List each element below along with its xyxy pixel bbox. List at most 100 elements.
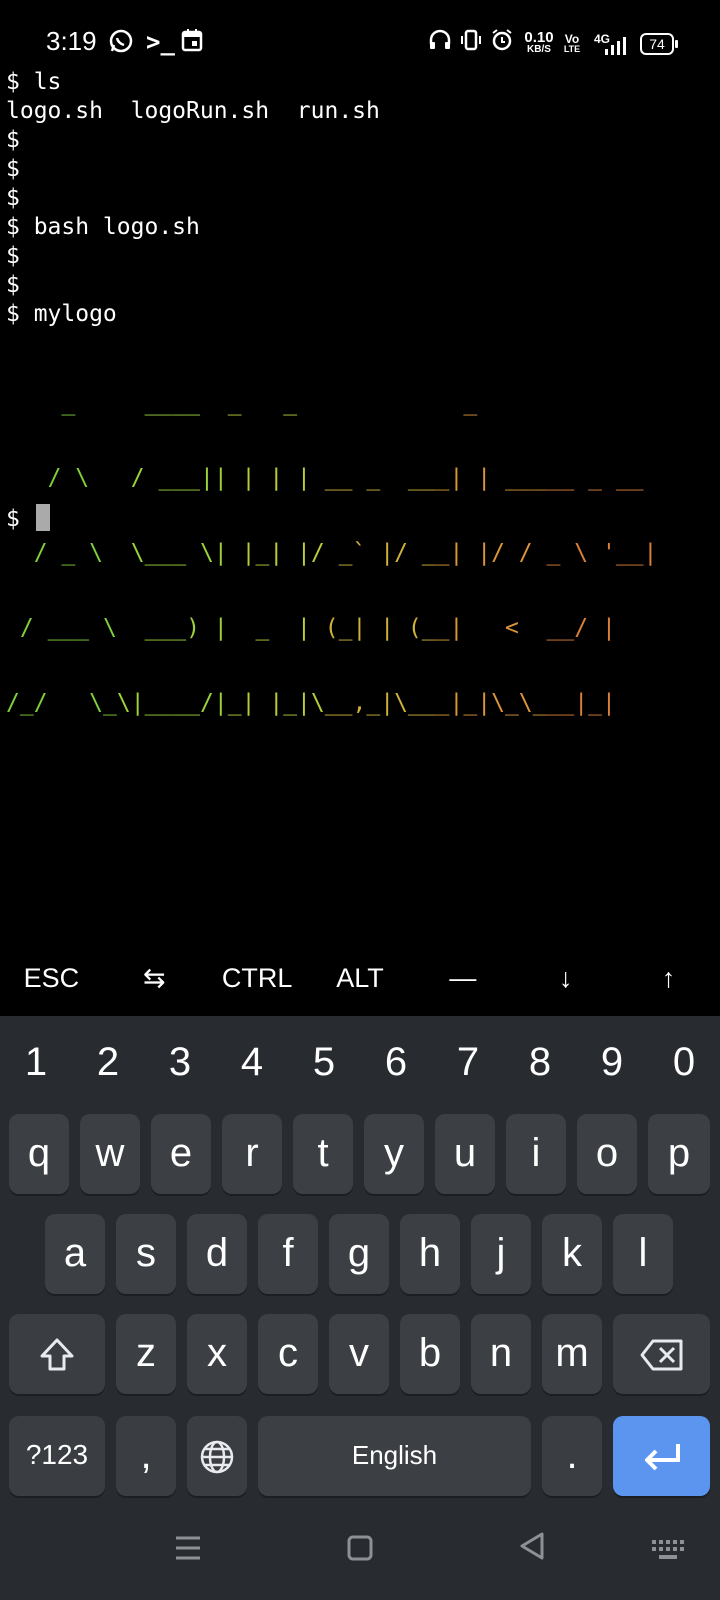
key-g[interactable]: g	[329, 1214, 389, 1294]
dash-key[interactable]: —	[411, 940, 514, 1016]
ascii-char: /	[310, 540, 325, 566]
ascii-logo-line: / _ \ \___ \| |_| |/ _` |/ __| |/ / _ \ …	[6, 541, 714, 566]
ascii-char: \	[89, 690, 104, 716]
ascii-char	[6, 390, 20, 416]
backspace-key[interactable]	[613, 1314, 710, 1394]
menu-nav-icon[interactable]	[158, 1530, 218, 1570]
tab-key[interactable]: ⇆	[103, 940, 206, 1016]
ascii-char: _	[546, 465, 561, 491]
key-o[interactable]: o	[577, 1114, 637, 1194]
ascii-char: |	[213, 690, 228, 716]
ascii-char: _	[144, 690, 159, 716]
key-m[interactable]: m	[542, 1314, 602, 1394]
ascii-logo-line: _ ____ _ _ _	[6, 391, 714, 416]
key-n[interactable]: n	[471, 1314, 531, 1394]
terminal-line: $	[6, 243, 20, 269]
ascii-char: _	[560, 465, 575, 491]
ascii-char	[297, 390, 311, 416]
ascii-char: _	[366, 690, 381, 716]
ascii-char	[34, 390, 48, 416]
period-key[interactable]: .	[542, 1416, 602, 1496]
key-t[interactable]: t	[293, 1114, 353, 1194]
home-nav-icon[interactable]	[330, 1530, 390, 1570]
key-4[interactable]: 4	[222, 1016, 282, 1108]
ascii-char	[145, 465, 159, 491]
command-prompt[interactable]: $	[6, 504, 50, 534]
key-7[interactable]: 7	[438, 1016, 498, 1108]
alt-key[interactable]: ALT	[309, 940, 412, 1016]
ascii-char	[408, 540, 422, 566]
back-nav-icon[interactable]	[502, 1530, 562, 1570]
key-e[interactable]: e	[151, 1114, 211, 1194]
ascii-char: _	[504, 690, 519, 716]
ascii-char	[75, 390, 89, 416]
ascii-char	[6, 540, 20, 566]
key-l[interactable]: l	[613, 1214, 673, 1294]
symbols-key[interactable]: ?123	[9, 1416, 105, 1496]
key-j[interactable]: j	[471, 1214, 531, 1294]
key-r[interactable]: r	[222, 1114, 282, 1194]
ascii-char: _	[227, 390, 242, 416]
shift-key[interactable]	[9, 1314, 105, 1394]
ascii-char	[34, 615, 48, 641]
key-k[interactable]: k	[542, 1214, 602, 1294]
key-q[interactable]: q	[9, 1114, 69, 1194]
key-a[interactable]: a	[45, 1214, 105, 1294]
key-s[interactable]: s	[116, 1214, 176, 1294]
key-x[interactable]: x	[187, 1314, 247, 1394]
ascii-char: _	[629, 540, 644, 566]
soft-keyboard: 1 2 3 4 5 6 7 8 9 0 q w e r t y u i o p …	[0, 1016, 720, 1600]
keyboard-hide-icon[interactable]	[638, 1530, 698, 1570]
arrow-down-key[interactable]: ↓	[514, 940, 617, 1016]
key-0[interactable]: 0	[654, 1016, 714, 1108]
key-d[interactable]: d	[187, 1214, 247, 1294]
ascii-char	[186, 540, 200, 566]
ascii-char	[200, 390, 214, 416]
key-w[interactable]: w	[80, 1114, 140, 1194]
language-key[interactable]	[187, 1416, 247, 1496]
ascii-char	[61, 465, 75, 491]
ascii-char	[20, 390, 34, 416]
ascii-char	[325, 390, 339, 416]
key-1[interactable]: 1	[6, 1016, 66, 1108]
key-u[interactable]: u	[435, 1114, 495, 1194]
key-5[interactable]: 5	[294, 1016, 354, 1108]
ascii-char	[339, 390, 353, 416]
ctrl-key[interactable]: CTRL	[206, 940, 309, 1016]
enter-icon	[644, 1444, 680, 1471]
ascii-char: _	[546, 690, 561, 716]
key-i[interactable]: i	[506, 1114, 566, 1194]
key-y[interactable]: y	[364, 1114, 424, 1194]
enter-key[interactable]	[613, 1416, 710, 1496]
key-b[interactable]: b	[400, 1314, 460, 1394]
key-8[interactable]: 8	[510, 1016, 570, 1108]
key-c[interactable]: c	[258, 1314, 318, 1394]
ascii-char: |	[241, 690, 256, 716]
ascii-char	[75, 540, 89, 566]
ascii-char: /	[491, 540, 505, 566]
terminal-output[interactable]: $ ls logo.sh logoRun.sh run.sh $ $ $ $ b…	[6, 68, 714, 928]
key-h[interactable]: h	[400, 1214, 460, 1294]
key-z[interactable]: z	[116, 1314, 176, 1394]
comma-key[interactable]: ,	[116, 1416, 176, 1496]
ascii-char: |	[269, 540, 284, 566]
ascii-char: _	[255, 540, 270, 566]
ascii-char: _	[532, 690, 547, 716]
key-6[interactable]: 6	[366, 1016, 426, 1108]
ascii-char	[117, 390, 131, 416]
key-3[interactable]: 3	[150, 1016, 210, 1108]
ascii-char	[20, 540, 34, 566]
ascii-char: |	[241, 540, 256, 566]
arrow-up-key[interactable]: ↑	[617, 940, 720, 1016]
ascii-char: |	[269, 690, 284, 716]
key-f[interactable]: f	[258, 1214, 318, 1294]
ascii-char: _	[186, 690, 201, 716]
space-bar[interactable]: English	[258, 1416, 531, 1496]
esc-key[interactable]: ESC	[0, 940, 103, 1016]
key-v[interactable]: v	[329, 1314, 389, 1394]
key-2[interactable]: 2	[78, 1016, 138, 1108]
ascii-char: _	[158, 690, 173, 716]
key-9[interactable]: 9	[582, 1016, 642, 1108]
network-speed: 0.10 KB/S	[522, 30, 556, 55]
key-p[interactable]: p	[648, 1114, 710, 1194]
